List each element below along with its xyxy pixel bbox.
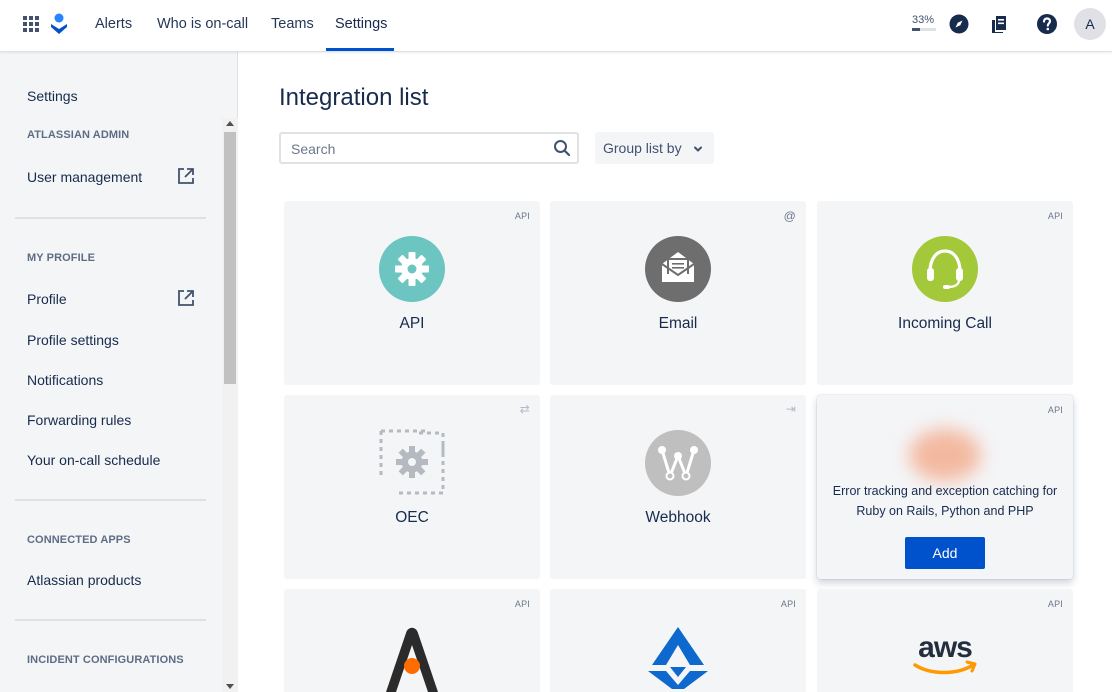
card-name: Webhook [645,509,711,526]
card-type-badge: API [1047,211,1063,221]
sidebar-item-profile-settings[interactable]: Profile settings [27,332,119,348]
tab-who-is-on-call[interactable]: Who is on-call [157,16,248,32]
sidebar: Settings ATLASSIAN ADMIN User management… [0,52,238,692]
group-list-by-label: Group list by [603,140,682,156]
card-name: OEC [395,509,429,526]
sidebar-item-notifications[interactable]: Notifications [27,372,103,388]
divider [15,619,206,621]
webhook-icon [645,430,711,496]
card-name: Incoming Call [898,315,992,332]
card-type-badge: API [1047,405,1063,415]
section-heading-incident-configurations: INCIDENT CONFIGURATIONS [27,654,184,666]
card-type-badge: API [514,211,530,221]
appdynamics-logo-icon [648,627,708,689]
card-type-badge: API [514,599,530,609]
scroll-down-arrow-icon[interactable] [226,684,234,689]
progress-track [912,28,936,31]
progress-fill [912,28,920,31]
integration-card-api[interactable]: API API [284,201,540,385]
aws-logo-icon: aws [913,631,977,675]
help-icon[interactable] [1036,13,1058,35]
divider [15,217,206,219]
gear-icon [379,236,445,302]
integration-card[interactable]: API [284,589,540,692]
integration-card-webhook[interactable]: ⇥ Webhook [550,395,806,579]
blurred-logo-icon [909,429,981,481]
sidebar-item-settings[interactable]: Settings [27,88,78,104]
envelope-icon [645,236,711,302]
integration-card[interactable]: API [550,589,806,692]
section-heading-connected-apps: CONNECTED APPS [27,534,131,546]
search-box [279,132,579,164]
search-icon[interactable] [553,139,571,157]
card-name: Email [658,315,698,332]
section-heading-my-profile: MY PROFILE [27,252,96,264]
integration-card[interactable]: API aws [817,589,1073,692]
divider [15,499,206,501]
card-type-badge: @ [783,209,796,223]
tab-alerts[interactable]: Alerts [95,16,132,32]
section-heading-atlassian-admin: ATLASSIAN ADMIN [27,129,130,141]
card-name: API [399,315,425,332]
card-type-badge: API [780,599,796,609]
chevron-down-icon [694,146,702,152]
svg-text:aws: aws [918,631,972,664]
scroll-up-arrow-icon[interactable] [226,121,234,126]
progress-text: 33% [912,14,935,26]
tab-settings[interactable]: Settings [335,16,387,32]
external-link-icon [178,290,194,306]
integration-card-incoming-call[interactable]: API Incoming Call [817,201,1073,385]
integration-card-email[interactable]: @ Email [550,201,806,385]
integration-card-oec[interactable]: ⇄ OEC [284,395,540,579]
integration-card-error-tracking[interactable]: API Error tracking and exception catchin… [817,395,1073,579]
scroll-thumb[interactable] [224,132,236,384]
active-tab-indicator [326,48,394,51]
sidebar-scrollbar[interactable] [222,118,238,692]
sidebar-item-on-call-schedule[interactable]: Your on-call schedule [27,452,160,468]
headset-icon [912,236,978,302]
tab-teams[interactable]: Teams [271,16,314,32]
sidebar-item-profile[interactable]: Profile [27,291,67,307]
opsgenie-logo-icon[interactable] [50,13,68,35]
card-description: Error tracking and exception catching fo… [832,484,1058,518]
onboarding-progress[interactable]: 33% [912,14,938,31]
top-navigation: Alerts Who is on-call Teams Settings 33%… [0,0,1112,52]
app-switcher-icon[interactable] [23,16,39,32]
sidebar-item-atlassian-products[interactable]: Atlassian products [27,572,141,588]
page-title: Integration list [279,84,429,111]
outgoing-icon: ⇥ [785,402,796,416]
external-link-icon [178,168,194,184]
card-type-badge: API [1047,599,1063,609]
docs-icon[interactable] [988,13,1010,35]
avatar[interactable]: A [1074,8,1106,40]
sidebar-item-user-management[interactable]: User management [27,169,142,185]
bidirectional-icon: ⇄ [519,402,530,416]
search-input[interactable] [291,140,541,158]
sidebar-item-forwarding-rules[interactable]: Forwarding rules [27,412,131,428]
add-integration-button[interactable]: Add [905,537,985,569]
compass-icon[interactable] [948,13,970,35]
oec-gear-icon [379,429,445,495]
a-logo-icon [386,627,438,692]
